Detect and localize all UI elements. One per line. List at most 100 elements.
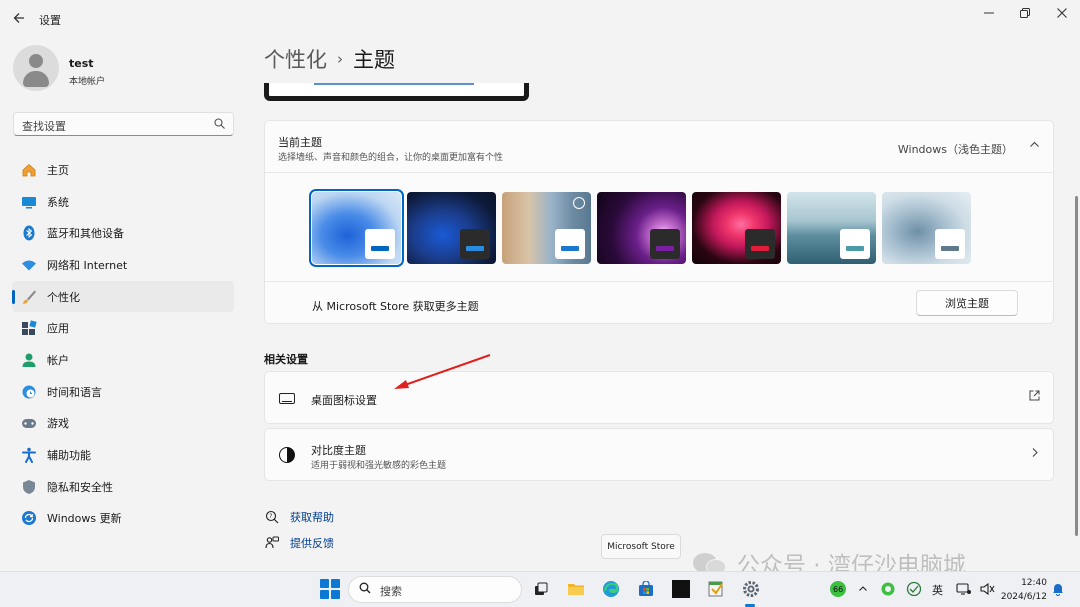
minimize-icon[interactable] (974, 4, 1004, 22)
theme-tile-windows-light[interactable] (309, 189, 404, 267)
clock[interactable]: 12:40 2024/6/12 (1001, 576, 1047, 604)
theme-tile-sunrise[interactable] (787, 192, 876, 264)
profile-account-type: 本地帐户 (69, 77, 106, 87)
accessibility-icon (21, 447, 37, 464)
theme-tile-flowers-glow[interactable] (502, 192, 591, 264)
title-bar: 设置 (0, 0, 1080, 36)
apps-icon (21, 320, 37, 336)
chevron-up-icon[interactable] (1029, 139, 1040, 153)
sidebar-item-gaming[interactable]: 游戏 (12, 408, 234, 440)
bluetooth-icon (21, 225, 37, 241)
chevron-up-tray-icon[interactable] (852, 578, 874, 600)
feedback-icon (264, 535, 280, 551)
microsoft-store-icon[interactable] (635, 578, 657, 600)
start-button[interactable] (319, 578, 341, 600)
search-icon (359, 582, 371, 597)
avatar (13, 45, 59, 91)
sidebar-item-privacy[interactable]: 隐私和安全性 (12, 471, 234, 503)
theme-tile-captured-motion[interactable] (692, 192, 781, 264)
home-icon (21, 162, 37, 178)
display-tray-icon[interactable] (953, 578, 975, 600)
get-help-link[interactable]: ? 获取帮助 (264, 509, 334, 525)
notepad-icon[interactable] (705, 578, 727, 600)
taskbar-search[interactable]: 搜索 (348, 576, 522, 603)
file-explorer-icon[interactable] (565, 578, 587, 600)
current-theme-subtitle: 选择墙纸、声音和颜色的组合，让你的桌面更加富有个性 (278, 153, 504, 163)
sidebar-item-time-language[interactable]: 时间和语言 (12, 376, 234, 408)
sidebar-item-label: 时间和语言 (47, 385, 102, 399)
taskbar-search-placeholder: 搜索 (380, 585, 402, 598)
main-content: 个性化 › 主题 当前主题 选择墙纸、声音和颜色的组合，让你的桌面更加富有个性 Wi… (264, 36, 1054, 571)
profile-name: test (69, 57, 94, 70)
contrast-icon (278, 446, 296, 464)
page-title: 主题 (353, 48, 395, 72)
monitor-icon (278, 389, 296, 407)
sidebar-item-bluetooth[interactable]: 蓝牙和其他设备 (12, 217, 234, 249)
contrast-themes-row[interactable]: 对比度主题 适用于弱视和强光敏感的彩色主题 (264, 428, 1054, 481)
sidebar-item-personalization[interactable]: 个性化 (12, 280, 234, 313)
sidebar-item-label: 网络和 Internet (47, 258, 128, 272)
update-icon (21, 510, 37, 526)
related-settings-heading: 相关设置 (264, 353, 308, 366)
back-arrow-icon[interactable] (10, 9, 28, 27)
external-link-icon (1029, 390, 1040, 404)
system-icon (21, 194, 37, 210)
contrast-themes-subtitle: 适用于弱视和强光敏感的彩色主题 (311, 461, 447, 471)
breadcrumb-parent[interactable]: 个性化 (264, 48, 327, 72)
sidebar-nav: 主页 系统 蓝牙和其他设备 网络和 Internet 个性化 应用 帐户 时间和… (12, 154, 234, 534)
theme-preview (264, 83, 529, 101)
sidebar-item-label: Windows 更新 (47, 512, 122, 526)
theme-tile-glow[interactable] (597, 192, 686, 264)
tray-badge[interactable]: 66 (827, 578, 849, 600)
window-title: 设置 (39, 14, 61, 27)
speaker-tray-icon[interactable] (976, 578, 998, 600)
contrast-themes-title: 对比度主题 (311, 444, 366, 457)
input-method-indicator[interactable]: 英 (932, 582, 943, 598)
sidebar-item-windows-update[interactable]: Windows 更新 (12, 503, 234, 535)
sidebar-item-accessibility[interactable]: 辅助功能 (12, 439, 234, 471)
theme-tile-windows-dark[interactable] (407, 192, 496, 264)
terminal-icon[interactable] (670, 578, 692, 600)
sidebar-item-network[interactable]: 网络和 Internet (12, 249, 234, 281)
sidebar-item-apps[interactable]: 应用 (12, 312, 234, 344)
browse-themes-button[interactable]: 浏览主题 (916, 290, 1018, 316)
current-theme-value: Windows（浅色主题） (897, 143, 1013, 156)
windows-logo-icon (320, 579, 340, 599)
scrollbar[interactable] (1075, 196, 1078, 536)
user-profile[interactable]: test 本地帐户 (13, 45, 243, 93)
sidebar-item-label: 游戏 (47, 417, 69, 431)
desktop-icon-settings-title: 桌面图标设置 (311, 394, 377, 407)
desktop-icon-settings-row[interactable]: 桌面图标设置 (264, 371, 1054, 424)
theme-tile-flow[interactable] (882, 192, 971, 264)
sidebar-item-system[interactable]: 系统 (12, 186, 234, 218)
notification-bell-icon[interactable] (1047, 578, 1069, 600)
current-theme-header[interactable]: 当前主题 选择墙纸、声音和颜色的组合，让你的桌面更加富有个性 Windows（浅… (265, 121, 1053, 173)
restore-icon[interactable] (1010, 4, 1040, 22)
sidebar-item-label: 辅助功能 (47, 449, 91, 463)
sidebar-item-label: 隐私和安全性 (47, 480, 113, 494)
help-chat-icon: ? (264, 509, 280, 525)
brush-icon (21, 289, 37, 305)
tray-badge-count: 66 (833, 585, 843, 594)
sidebar: test 本地帐户 查找设置 主页 系统 蓝牙和其他设备 网络和 Interne… (0, 36, 248, 571)
sidebar-item-label: 应用 (47, 322, 69, 336)
clock-time: 12:40 (1021, 578, 1047, 588)
search-placeholder: 查找设置 (22, 120, 66, 133)
settings-gear-icon[interactable] (740, 578, 762, 600)
edge-browser-icon[interactable] (600, 578, 622, 600)
current-theme-title: 当前主题 (278, 136, 322, 149)
gamepad-icon (21, 415, 37, 431)
sidebar-item-label: 主页 (47, 163, 69, 177)
chevron-right-icon (1030, 447, 1040, 461)
store-themes-text: 从 Microsoft Store 获取更多主题 (312, 300, 479, 313)
sidebar-item-home[interactable]: 主页 (12, 154, 234, 186)
close-icon[interactable] (1047, 4, 1077, 22)
feedback-link[interactable]: 提供反馈 (264, 535, 334, 551)
clock-globe-icon (21, 384, 37, 400)
wechat-tray-icon[interactable] (877, 578, 899, 600)
network-tray-icon[interactable] (903, 578, 925, 600)
search-input[interactable]: 查找设置 (13, 112, 234, 136)
task-view-icon[interactable] (530, 578, 552, 600)
shield-icon (21, 479, 37, 495)
sidebar-item-accounts[interactable]: 帐户 (12, 344, 234, 376)
